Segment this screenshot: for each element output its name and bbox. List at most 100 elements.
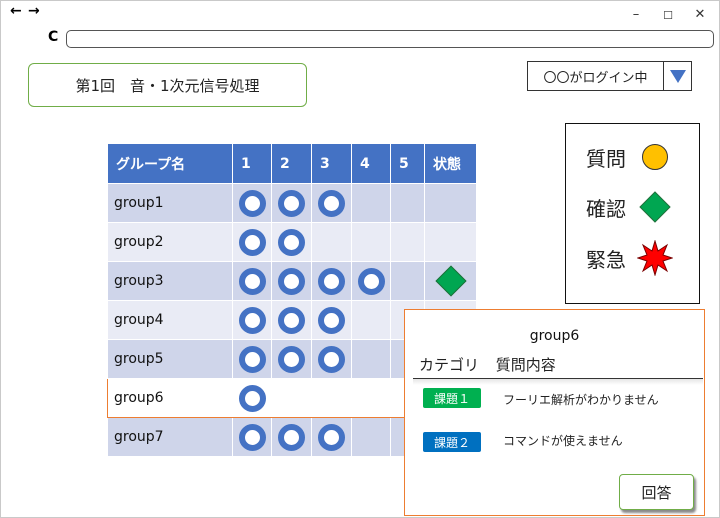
yellow-circle-icon bbox=[642, 144, 668, 170]
task-complete-ring-icon bbox=[238, 345, 266, 373]
task-cell-3 bbox=[311, 339, 352, 379]
login-status-text: 〇〇がログイン中 bbox=[528, 62, 664, 90]
forward-icon[interactable]: → bbox=[28, 3, 40, 19]
group-name-cell[interactable]: group7 bbox=[107, 417, 233, 457]
task-cell-2 bbox=[271, 417, 312, 457]
header-task-1: 1 bbox=[232, 143, 272, 184]
legend-panel: 質問 確認 緊急 bbox=[565, 123, 700, 304]
task-cell-1 bbox=[232, 300, 272, 340]
close-button[interactable]: ✕ bbox=[690, 7, 710, 22]
task-complete-ring-icon bbox=[357, 267, 385, 295]
table-row[interactable]: group1 bbox=[107, 183, 477, 223]
popup-group-title: group6 bbox=[529, 328, 580, 344]
category-tag-task1[interactable]: 課題１ bbox=[423, 388, 481, 408]
group-name-cell[interactable]: group1 bbox=[107, 183, 233, 223]
task-cell-5 bbox=[390, 183, 425, 223]
task-complete-ring-icon bbox=[238, 189, 266, 217]
legend-label: 確認 bbox=[586, 196, 626, 221]
col-content-label: 質問内容 bbox=[495, 356, 556, 374]
task-cell-1 bbox=[232, 378, 272, 418]
minimize-button[interactable]: – bbox=[626, 7, 646, 22]
task-complete-ring-icon bbox=[318, 345, 345, 373]
task-cell-4 bbox=[351, 417, 391, 457]
task-cell-3 bbox=[311, 261, 352, 301]
back-icon[interactable]: ← bbox=[10, 3, 22, 19]
task-complete-ring-icon bbox=[318, 306, 345, 334]
task-complete-ring-icon bbox=[238, 384, 266, 412]
task-cell-2 bbox=[271, 378, 312, 418]
task-cell-1 bbox=[232, 222, 272, 262]
task-complete-ring-icon bbox=[278, 423, 305, 451]
task-cell-4 bbox=[351, 261, 391, 301]
address-bar[interactable] bbox=[66, 30, 714, 48]
legend-item-question: 質問 bbox=[586, 142, 670, 172]
page-title: 第1回 音・1次元信号処理 bbox=[28, 63, 307, 107]
task-cell-5 bbox=[390, 261, 425, 301]
header-status: 状態 bbox=[424, 143, 477, 184]
group-name-cell[interactable]: group5 bbox=[107, 339, 233, 379]
task-cell-3 bbox=[311, 378, 352, 418]
task-complete-ring-icon bbox=[278, 306, 305, 334]
task-cell-2 bbox=[271, 300, 312, 340]
task-cell-2 bbox=[271, 222, 312, 262]
task-complete-ring-icon bbox=[278, 267, 305, 295]
table-row[interactable]: group2 bbox=[107, 222, 477, 262]
task-cell-1 bbox=[232, 339, 272, 379]
col-category-label: カテゴリ bbox=[419, 356, 480, 374]
green-diamond-icon[interactable] bbox=[434, 265, 467, 297]
task-cell-4 bbox=[351, 339, 391, 379]
reload-icon[interactable]: C bbox=[48, 29, 58, 45]
task-complete-ring-icon bbox=[318, 423, 345, 451]
category-tag-task2[interactable]: 課題２ bbox=[423, 432, 481, 452]
question-popup: group6 カテゴリ 質問内容 課題１ フーリエ解析がわかりません 課題２ コ… bbox=[404, 309, 705, 516]
table-row[interactable]: group3 bbox=[107, 261, 477, 301]
task-cell-4 bbox=[351, 183, 391, 223]
task-cell-3 bbox=[311, 222, 352, 262]
task-complete-ring-icon bbox=[238, 267, 266, 295]
task-cell-4 bbox=[351, 300, 391, 340]
task-complete-ring-icon bbox=[318, 267, 345, 295]
dropdown-arrow-icon[interactable] bbox=[664, 62, 691, 90]
task-complete-ring-icon bbox=[238, 423, 266, 451]
task-cell-3 bbox=[311, 417, 352, 457]
task-complete-ring-icon bbox=[278, 228, 305, 256]
header-task-2: 2 bbox=[271, 143, 312, 184]
divider-shadow bbox=[413, 379, 703, 385]
maximize-button[interactable]: ☐ bbox=[658, 9, 678, 22]
legend-item-urgent: 緊急 bbox=[586, 240, 673, 276]
question-text[interactable]: フーリエ解析がわかりません bbox=[503, 391, 659, 408]
group-name-cell[interactable]: group2 bbox=[107, 222, 233, 262]
task-cell-5 bbox=[390, 222, 425, 262]
task-cell-4 bbox=[351, 378, 391, 418]
legend-label: 緊急 bbox=[586, 247, 626, 272]
task-cell-3 bbox=[311, 183, 352, 223]
answer-button[interactable]: 回答 bbox=[619, 474, 694, 510]
status-cell bbox=[424, 222, 477, 262]
task-cell-2 bbox=[271, 339, 312, 379]
task-cell-3 bbox=[311, 300, 352, 340]
legend-item-confirm: 確認 bbox=[586, 190, 672, 224]
task-complete-ring-icon bbox=[278, 189, 305, 217]
task-cell-4 bbox=[351, 222, 391, 262]
popup-column-headers: カテゴリ 質問内容 bbox=[419, 354, 556, 375]
header-task-3: 3 bbox=[311, 143, 352, 184]
red-starburst-icon bbox=[637, 240, 673, 276]
task-cell-1 bbox=[232, 417, 272, 457]
question-text[interactable]: コマンドが使えません bbox=[503, 432, 623, 449]
group-name-cell[interactable]: group4 bbox=[107, 300, 233, 340]
green-diamond-icon bbox=[639, 191, 671, 223]
task-cell-2 bbox=[271, 261, 312, 301]
status-cell bbox=[424, 183, 477, 223]
group-name-cell[interactable]: group3 bbox=[107, 261, 233, 301]
task-complete-ring-icon bbox=[238, 306, 266, 334]
task-complete-ring-icon bbox=[318, 189, 345, 217]
browser-window: – ☐ ✕ ← → C 第1回 音・1次元信号処理 〇〇がログイン中 グループ名… bbox=[0, 0, 720, 518]
task-cell-1 bbox=[232, 261, 272, 301]
task-cell-2 bbox=[271, 183, 312, 223]
login-dropdown[interactable]: 〇〇がログイン中 bbox=[527, 61, 692, 91]
table-header-row: グループ名 1 2 3 4 5 状態 bbox=[107, 143, 477, 184]
status-cell bbox=[424, 261, 477, 301]
group-name-cell[interactable]: group6 bbox=[107, 378, 233, 418]
header-task-5: 5 bbox=[390, 143, 425, 184]
header-group-name: グループ名 bbox=[107, 143, 233, 184]
